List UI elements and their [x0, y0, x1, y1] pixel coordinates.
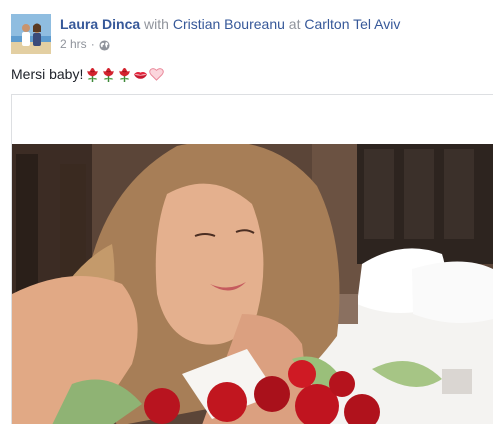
- emoji-row: [85, 67, 165, 82]
- rose-icon: [101, 67, 116, 82]
- post-photo[interactable]: [12, 144, 493, 424]
- tagged-friend-link[interactable]: Cristian Boureanu: [173, 16, 285, 32]
- location-link[interactable]: Carlton Tel Aviv: [304, 16, 400, 32]
- rose-icon: [85, 67, 100, 82]
- rose-icon: [117, 67, 132, 82]
- pink-heart-icon: [149, 67, 165, 82]
- feed-post: Laura Dinca with Cristian Boureanu at Ca…: [0, 0, 493, 424]
- globe-icon[interactable]: [99, 39, 110, 51]
- post-message: Mersi baby!: [11, 64, 165, 84]
- profile-avatar[interactable]: [11, 14, 51, 54]
- post-meta: 2 hrs ·: [60, 36, 110, 52]
- author-name-link[interactable]: Laura Dinca: [60, 16, 140, 32]
- at-text: at: [288, 16, 301, 32]
- photo-attachment: [11, 94, 493, 424]
- kiss-mark-icon: [133, 67, 148, 82]
- timestamp-link[interactable]: 2 hrs: [60, 36, 87, 52]
- with-text: with: [144, 16, 169, 32]
- meta-separator: ·: [90, 37, 95, 51]
- post-header: Laura Dinca with Cristian Boureanu at Ca…: [60, 15, 400, 33]
- post-message-text: Mersi baby!: [11, 66, 84, 82]
